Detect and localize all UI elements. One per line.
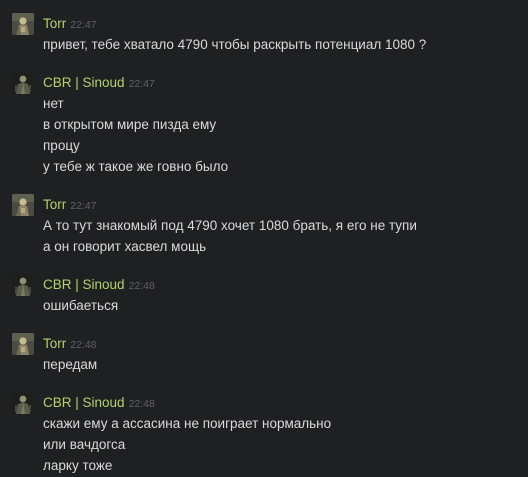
message-body: А то тут знакомый под 4790 хочет 1080 бр… xyxy=(43,215,417,257)
message-timestamp: 22:47 xyxy=(70,200,97,212)
message-line: А то тут знакомый под 4790 хочет 1080 бр… xyxy=(43,218,417,233)
message-timestamp: 22:48 xyxy=(128,280,155,292)
message-body: передам xyxy=(43,354,97,375)
torr-avatar[interactable] xyxy=(12,194,34,216)
message-timestamp: 22:48 xyxy=(70,339,97,351)
torr-avatar[interactable] xyxy=(12,13,34,35)
message-header: CBR | Sinoud 22:47 xyxy=(43,74,155,92)
message-body: ошибаеться xyxy=(43,295,118,316)
message-line: или вачдогса xyxy=(43,437,126,452)
message-body: нет в открытом мире пизда ему процу у те… xyxy=(43,93,228,177)
sender-name[interactable]: Torr xyxy=(43,197,66,212)
sender-name[interactable]: CBR | Sinoud xyxy=(43,395,125,410)
sinoud-avatar[interactable] xyxy=(12,72,34,94)
message-timestamp: 22:47 xyxy=(70,19,97,31)
message-line: процу xyxy=(43,138,80,153)
message-header: Torr 22:48 xyxy=(43,335,97,353)
message-line: в открытом мире пизда ему xyxy=(43,117,217,132)
message-line: привет, тебе хватало 4790 чтобы раскрыть… xyxy=(43,37,427,52)
sinoud-avatar[interactable] xyxy=(12,274,34,296)
message-line: передам xyxy=(43,357,98,372)
message-line: нет xyxy=(43,96,64,111)
message-line: а он говорит хасвел мощь xyxy=(43,239,207,254)
message-timestamp: 22:47 xyxy=(128,78,155,90)
message-header: Torr 22:47 xyxy=(43,196,97,214)
torr-avatar[interactable] xyxy=(12,333,34,355)
message-line: ошибаеться xyxy=(43,298,119,313)
message-line: у тебе ж такое же говно было xyxy=(43,159,229,174)
message-header: CBR | Sinoud 22:48 xyxy=(43,394,155,412)
message-body: привет, тебе хватало 4790 чтобы раскрыть… xyxy=(43,34,426,55)
chat-log: Torr 22:47 привет, тебе хватало 4790 чтоб… xyxy=(0,0,528,477)
message-body: скажи ему а ассасина не поиграет нормаль… xyxy=(43,413,331,476)
sender-name[interactable]: CBR | Sinoud xyxy=(43,277,125,292)
sender-name[interactable]: Torr xyxy=(43,16,66,31)
message-line: ларку тоже xyxy=(43,458,113,473)
sinoud-avatar[interactable] xyxy=(12,392,34,414)
message-timestamp: 22:48 xyxy=(128,398,155,410)
message-header: Torr 22:47 xyxy=(43,15,97,33)
message-header: CBR | Sinoud 22:48 xyxy=(43,276,155,294)
sender-name[interactable]: CBR | Sinoud xyxy=(43,75,125,90)
message-line: скажи ему а ассасина не поиграет нормаль… xyxy=(43,416,332,431)
sender-name[interactable]: Torr xyxy=(43,336,66,351)
